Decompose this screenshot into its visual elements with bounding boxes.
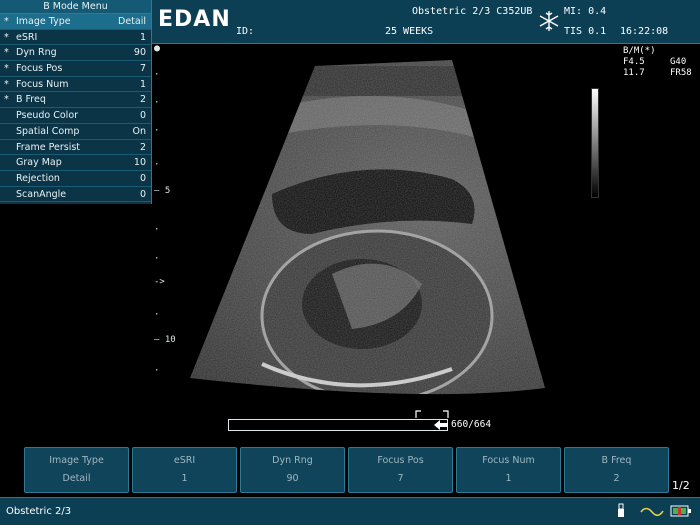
depth-tick: · [154, 366, 160, 376]
menu-item-scan-angle[interactable]: ScanAngle 0 [0, 187, 151, 203]
ultrasound-image[interactable] [152, 44, 700, 446]
softkey-dyn-rng[interactable]: Dyn Rng 90 [240, 447, 345, 493]
cine-frame-counter: 660/664 [451, 419, 492, 430]
depth-tick: · [154, 126, 160, 136]
preset-label: Obstetric 2/3 C352UB [412, 6, 533, 17]
menu-item-gray-map[interactable]: Gray Map 10 [0, 155, 151, 171]
softkey-focus-num[interactable]: Focus Num 1 [456, 447, 561, 493]
softkey-b-freq[interactable]: B Freq 2 [564, 447, 669, 493]
depth-mark-5: — 5 [154, 186, 171, 196]
menu-item-frame-persist[interactable]: Frame Persist 2 [0, 140, 151, 156]
top-header: EDAN ID: Obstetric 2/3 C352UB 25 WEEKS M… [152, 0, 700, 44]
depth-mark-10: — 10 [154, 335, 176, 345]
menu-item-b-freq[interactable]: * B Freq 2 [0, 92, 151, 109]
menu-item-pseudo-color[interactable]: Pseudo Color 0 [0, 108, 151, 124]
tis-value: TIS 0.1 [564, 26, 607, 37]
page-indicator[interactable]: 1/2 [672, 479, 690, 492]
depth-tick: · [154, 160, 160, 170]
depth-tick: · [154, 98, 160, 108]
depth-tick: · [154, 225, 160, 235]
gray-scale-bar [591, 88, 599, 198]
brand-logo: EDAN [158, 7, 231, 32]
usb-icon [618, 503, 624, 517]
focus-top-dot: ● [154, 43, 161, 54]
softkey-focus-pos[interactable]: Focus Pos 7 [348, 447, 453, 493]
menu-item-focus-pos[interactable]: * Focus Pos 7 [0, 61, 151, 77]
status-bar: Obstetric 2/3 [0, 497, 700, 525]
menu-item-esri[interactable]: * eSRI 1 [0, 30, 151, 46]
snowflake-icon [539, 11, 559, 31]
focus-marker[interactable]: -> [154, 277, 165, 287]
softkey-bar: Image Type Detail eSRI 1 Dyn Rng 90 Focus P… [24, 447, 670, 493]
frame-rate-value: FR58 [670, 68, 692, 78]
cine-bracket-icon [415, 410, 449, 418]
battery-icon [670, 505, 691, 517]
menu-item-dyn-rng[interactable]: * Dyn Rng 90 [0, 45, 151, 62]
b-mode-menu: B Mode Menu * Image Type Detail * eSRI 1 * Dy… [0, 0, 152, 204]
softkey-esri[interactable]: eSRI 1 [132, 447, 237, 493]
cine-progress-bar[interactable] [228, 410, 449, 431]
depth-tick: · [154, 310, 160, 320]
status-mode-label: Obstetric 2/3 [6, 506, 72, 517]
menu-title: B Mode Menu [0, 0, 151, 14]
cine-marker-arrow-icon[interactable] [434, 420, 448, 430]
frequency-value: F4.5 [623, 57, 645, 67]
ecg-wave-icon [640, 507, 664, 517]
softkey-image-type[interactable]: Image Type Detail [24, 447, 129, 493]
mode-label: B/M(*) [623, 46, 656, 56]
gestation-label: 25 WEEKS [385, 26, 434, 37]
mi-value: MI: 0.4 [564, 6, 607, 17]
menu-item-focus-num[interactable]: * Focus Num 1 [0, 77, 151, 93]
gain-value: G40 [670, 57, 687, 67]
menu-item-spatial-comp[interactable]: Spatial Comp On [0, 124, 151, 140]
clock: 16:22:08 [620, 26, 669, 37]
menu-item-image-type[interactable]: * Image Type Detail [0, 14, 151, 30]
menu-item-rejection[interactable]: Rejection 0 [0, 171, 151, 187]
scan-sector [190, 60, 545, 395]
depth-tick: · [154, 254, 160, 264]
patient-id-label: ID: [236, 26, 255, 37]
depth-tick: · [154, 70, 160, 80]
depth-value: 11.7 [623, 68, 645, 78]
